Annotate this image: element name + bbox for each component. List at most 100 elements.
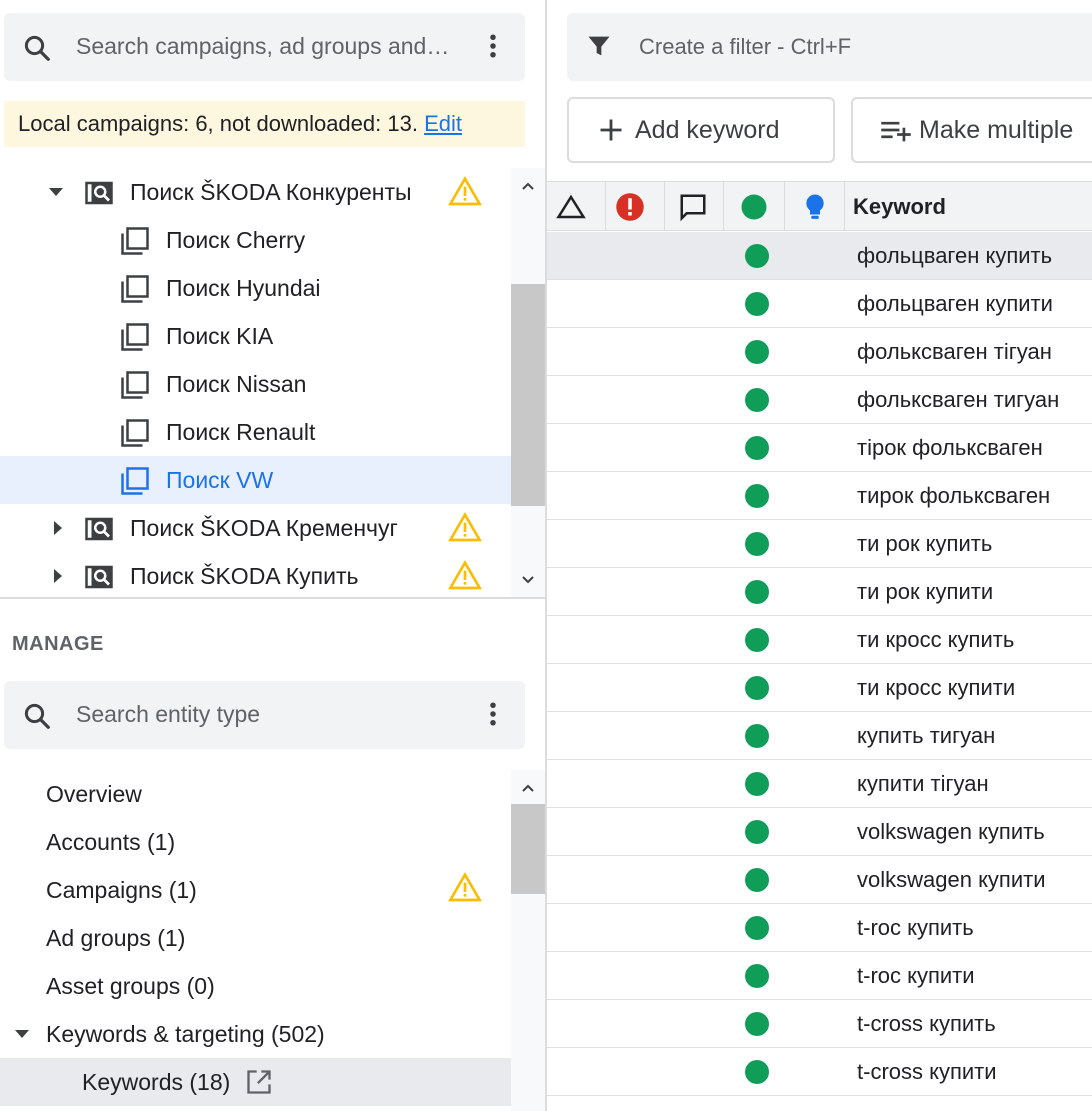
col-status[interactable] <box>724 182 785 230</box>
table-row[interactable]: t-roc купити <box>547 952 1092 1000</box>
warning-icon[interactable] <box>448 176 482 208</box>
status-enabled-icon[interactable] <box>745 580 769 604</box>
keyword-cell[interactable]: ти рок купить <box>857 531 992 557</box>
table-row[interactable]: фольксваген тигуан <box>547 376 1092 424</box>
caret-right-icon[interactable] <box>50 520 66 536</box>
keyword-cell[interactable]: t-roc купити <box>857 963 975 989</box>
table-row[interactable]: тирок фольксваген <box>547 472 1092 520</box>
status-enabled-icon[interactable] <box>745 388 769 412</box>
tree-ad-group-row[interactable]: Поиск Cherry <box>0 216 511 264</box>
keyword-cell[interactable]: фольксваген тігуан <box>857 339 1052 365</box>
manage-item[interactable]: Campaigns (1) <box>0 866 511 914</box>
status-enabled-icon[interactable] <box>745 676 769 700</box>
more-vert-icon[interactable] <box>478 31 508 61</box>
campaign-search-box[interactable]: Search campaigns, ad groups and… <box>4 13 525 81</box>
keyword-cell[interactable]: тірок фольксваген <box>857 435 1043 461</box>
status-enabled-icon[interactable] <box>745 916 769 940</box>
manage-item[interactable]: Asset groups (0) <box>0 962 511 1010</box>
keyword-cell[interactable]: t-cross купити <box>857 1059 997 1085</box>
status-enabled-icon[interactable] <box>745 820 769 844</box>
status-enabled-icon[interactable] <box>745 724 769 748</box>
table-row[interactable]: volkswagen купити <box>547 856 1092 904</box>
manage-scrollbar-thumb[interactable] <box>511 804 545 894</box>
status-enabled-icon[interactable] <box>745 244 769 268</box>
warning-icon[interactable] <box>448 560 482 592</box>
col-recommendation[interactable] <box>785 182 845 230</box>
status-enabled-icon[interactable] <box>745 1012 769 1036</box>
tree-ad-group-row[interactable]: Поиск KIA <box>0 312 511 360</box>
warning-icon[interactable] <box>448 512 482 544</box>
entity-search-input[interactable]: Search entity type <box>76 701 260 728</box>
tree-ad-group-row[interactable]: Поиск Nissan <box>0 360 511 408</box>
banner-edit-link[interactable]: Edit <box>424 111 462 136</box>
make-multiple-button[interactable]: Make multiple <box>851 97 1092 163</box>
manage-item[interactable]: Keywords (18) <box>0 1058 511 1106</box>
keyword-cell[interactable]: тирок фольксваген <box>857 483 1050 509</box>
filter-input[interactable]: Create a filter - Ctrl+F <box>639 34 851 60</box>
scroll-up-icon[interactable] <box>520 780 536 796</box>
manage-item[interactable]: Keywords & targeting (502) <box>0 1010 511 1058</box>
entity-search-box[interactable]: Search entity type <box>4 681 525 749</box>
caret-right-icon[interactable] <box>50 568 66 584</box>
keyword-cell[interactable]: фольцваген купити <box>857 291 1053 317</box>
col-comment[interactable] <box>665 182 724 230</box>
col-change[interactable] <box>547 182 606 230</box>
status-enabled-icon[interactable] <box>745 964 769 988</box>
keyword-cell[interactable]: volkswagen купити <box>857 867 1046 893</box>
table-row[interactable]: купити тігуан <box>547 760 1092 808</box>
tree-ad-group-row[interactable]: Поиск Renault <box>0 408 511 456</box>
keyword-cell[interactable]: купити тігуан <box>857 771 989 797</box>
tree-campaign-row[interactable]: Поиск ŠKODA Кременчуг <box>0 504 511 552</box>
open-in-new-icon[interactable] <box>245 1068 273 1096</box>
manage-item[interactable]: Accounts (1) <box>0 818 511 866</box>
more-vert-icon[interactable] <box>478 699 508 729</box>
status-enabled-icon[interactable] <box>745 628 769 652</box>
tree-ad-group-row[interactable]: Поиск VW <box>0 456 511 504</box>
table-row[interactable]: ти кросс купити <box>547 664 1092 712</box>
add-keyword-button[interactable]: Add keyword <box>567 97 835 163</box>
status-enabled-icon[interactable] <box>745 292 769 316</box>
table-row[interactable]: ти рок купити <box>547 568 1092 616</box>
tree-scrollbar-thumb[interactable] <box>511 284 545 506</box>
table-row[interactable]: t-cross купити <box>547 1048 1092 1096</box>
scroll-down-icon[interactable] <box>520 572 536 588</box>
keyword-cell[interactable]: ти рок купити <box>857 579 993 605</box>
col-keyword-header[interactable]: Keyword <box>853 194 946 220</box>
caret-down-icon[interactable] <box>48 184 64 200</box>
keyword-cell[interactable]: t-cross купить <box>857 1011 996 1037</box>
keyword-cell[interactable]: volkswagen купить <box>857 819 1045 845</box>
status-enabled-icon[interactable] <box>745 436 769 460</box>
keyword-cell[interactable]: ти кросс купити <box>857 675 1015 701</box>
filter-bar[interactable]: Create a filter - Ctrl+F <box>567 13 1092 81</box>
panel-divider[interactable] <box>0 597 546 599</box>
table-row[interactable]: ти кросс купить <box>547 616 1092 664</box>
table-row[interactable]: volkswagen купить <box>547 808 1092 856</box>
tree-ad-group-row[interactable]: Поиск Hyundai <box>0 264 511 312</box>
keyword-cell[interactable]: купить тигуан <box>857 723 995 749</box>
tree-scrollbar[interactable] <box>511 168 545 598</box>
manage-item[interactable]: Overview <box>0 770 511 818</box>
campaign-search-input[interactable]: Search campaigns, ad groups and… <box>76 33 449 60</box>
table-row[interactable]: ти рок купить <box>547 520 1092 568</box>
status-enabled-icon[interactable] <box>745 484 769 508</box>
status-enabled-icon[interactable] <box>745 340 769 364</box>
table-row[interactable]: t-roc купить <box>547 904 1092 952</box>
manage-item[interactable]: Ad groups (1) <box>0 914 511 962</box>
status-enabled-icon[interactable] <box>745 868 769 892</box>
table-row[interactable]: фольцваген купить <box>547 232 1092 280</box>
table-row[interactable]: t-cross купить <box>547 1000 1092 1048</box>
status-enabled-icon[interactable] <box>745 532 769 556</box>
table-row[interactable]: фольксваген тігуан <box>547 328 1092 376</box>
table-row[interactable]: тірок фольксваген <box>547 424 1092 472</box>
col-error[interactable] <box>606 182 665 230</box>
scroll-up-icon[interactable] <box>520 178 536 194</box>
table-row[interactable]: купить тигуан <box>547 712 1092 760</box>
manage-scrollbar[interactable] <box>511 770 545 1111</box>
keyword-cell[interactable]: фольксваген тигуан <box>857 387 1059 413</box>
keyword-cell[interactable]: t-roc купить <box>857 915 974 941</box>
tree-campaign-row[interactable]: Поиск ŠKODA Конкуренты <box>0 168 511 216</box>
keyword-cell[interactable]: фольцваген купить <box>857 243 1052 269</box>
tree-campaign-row[interactable]: Поиск ŠKODA Купить <box>0 552 511 598</box>
table-row[interactable]: фольцваген купити <box>547 280 1092 328</box>
status-enabled-icon[interactable] <box>745 772 769 796</box>
